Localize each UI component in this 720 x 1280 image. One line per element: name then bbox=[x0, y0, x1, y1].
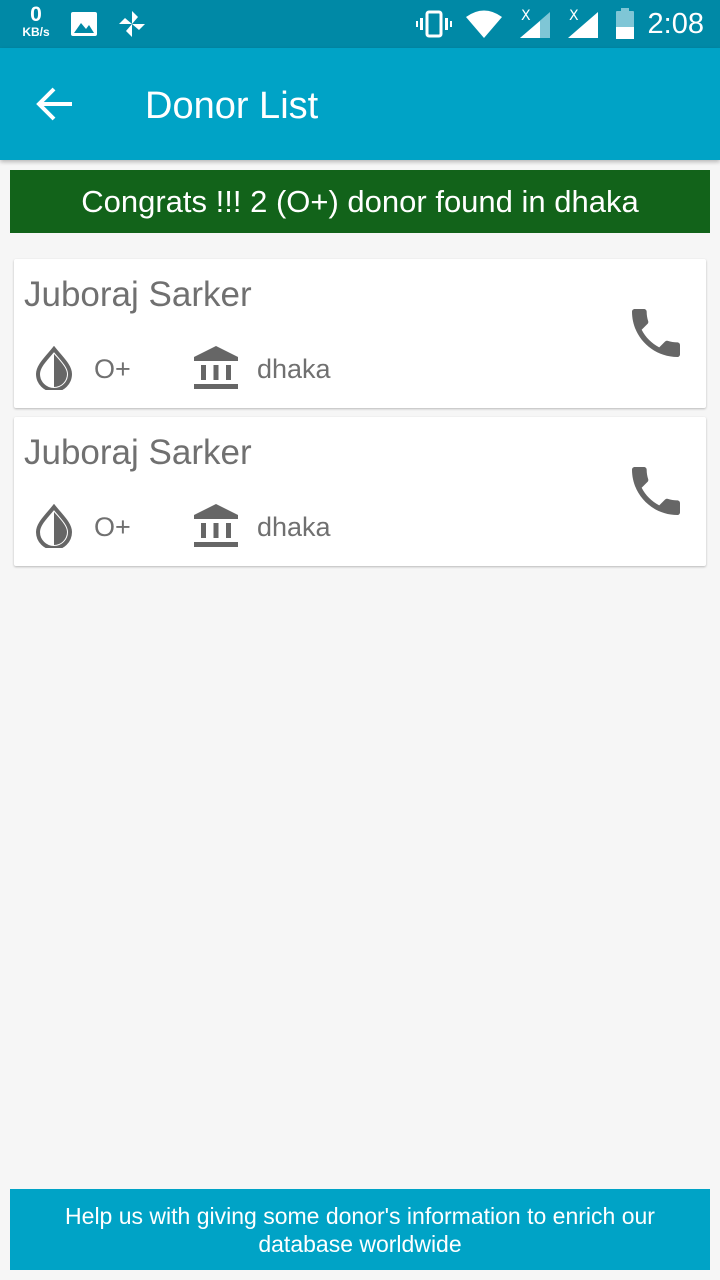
institution-icon bbox=[194, 504, 238, 547]
pinwheel-icon bbox=[119, 11, 145, 37]
network-speed: 0 KB/s bbox=[18, 4, 54, 38]
donor-name: Juboraj Sarker bbox=[24, 433, 252, 472]
signal-sim1-icon: X bbox=[520, 8, 550, 38]
blood-drop-icon bbox=[35, 346, 73, 390]
blood-drop-icon bbox=[35, 504, 73, 548]
wifi-icon bbox=[466, 10, 502, 38]
network-speed-unit: KB/s bbox=[22, 25, 50, 39]
donor-name: Juboraj Sarker bbox=[24, 275, 252, 314]
app-bar: Donor List bbox=[0, 48, 720, 160]
result-banner: Congrats !!! 2 (O+) donor found in dhaka bbox=[10, 170, 710, 233]
donor-card[interactable]: Juboraj Sarker O+ dhaka bbox=[14, 417, 706, 566]
page-title: Donor List bbox=[145, 85, 319, 127]
svg-text:X: X bbox=[521, 8, 531, 24]
image-icon bbox=[71, 12, 97, 36]
blood-group: O+ bbox=[94, 354, 131, 384]
add-donor-banner-text: Help us with giving some donor's informa… bbox=[65, 1203, 655, 1257]
blood-group: O+ bbox=[94, 512, 131, 542]
vibrate-icon bbox=[416, 10, 452, 38]
battery-icon bbox=[616, 8, 634, 39]
svg-text:X: X bbox=[569, 8, 579, 24]
donor-card[interactable]: Juboraj Sarker O+ dhaka bbox=[14, 259, 706, 408]
donor-city: dhaka bbox=[257, 354, 331, 384]
phone-icon[interactable] bbox=[624, 301, 688, 365]
status-bar: 0 KB/s X X 2:08 bbox=[0, 0, 720, 48]
add-donor-banner[interactable]: Help us with giving some donor's informa… bbox=[10, 1189, 710, 1270]
donor-city: dhaka bbox=[257, 512, 331, 542]
phone-icon[interactable] bbox=[624, 459, 688, 523]
institution-icon bbox=[194, 346, 238, 389]
signal-sim2-icon: X bbox=[568, 8, 598, 38]
network-speed-value: 0 bbox=[30, 3, 42, 26]
clock: 2:08 bbox=[647, 8, 704, 40]
back-button[interactable] bbox=[28, 76, 84, 132]
arrow-back-icon bbox=[36, 87, 72, 121]
